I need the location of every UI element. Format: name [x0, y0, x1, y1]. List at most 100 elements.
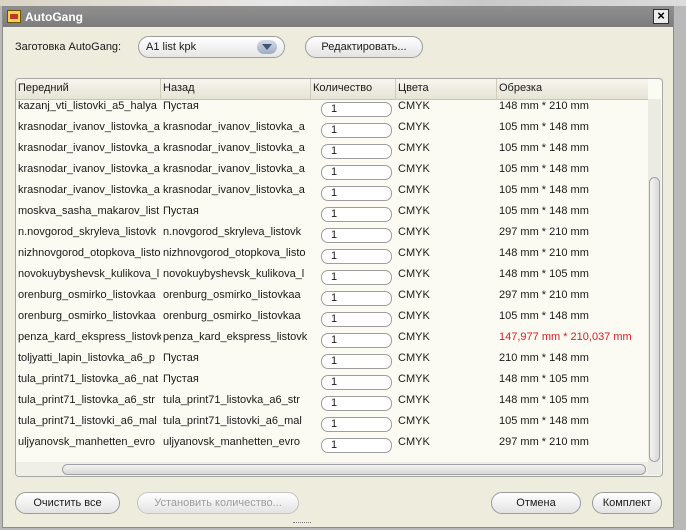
table-row[interactable]: krasnodar_ivanov_listovka_a krasnodar_iva…	[16, 120, 648, 141]
quantity-input[interactable]: 1	[321, 396, 392, 411]
dialog-content: Заготовка AutoGang: A1 list kpk Редактир…	[3, 27, 673, 527]
table-row[interactable]: krasnodar_ivanov_listovka_a krasnodar_iva…	[16, 162, 648, 183]
quantity-input[interactable]: 1	[321, 438, 392, 453]
cell-front: uljyanovsk_manhetten_evro	[18, 436, 155, 448]
preset-select[interactable]: A1 list kpk	[138, 36, 285, 58]
cell-trim: 297 mm * 210 mm	[499, 289, 589, 301]
cell-colors: CMYK	[398, 121, 430, 133]
quantity-input[interactable]: 1	[321, 249, 392, 264]
cell-colors: CMYK	[398, 268, 430, 280]
title-bar[interactable]: AutoGang ×	[3, 7, 673, 27]
cell-trim: 105 mm * 148 mm	[499, 310, 589, 322]
edit-button[interactable]: Редактировать...	[305, 36, 423, 58]
cell-trim: 297 mm * 210 mm	[499, 436, 589, 448]
cell-colors: CMYK	[398, 226, 430, 238]
horizontal-scrollbar[interactable]	[16, 462, 648, 476]
table-row[interactable]: orenburg_osmirko_listovkaa orenburg_osmir…	[16, 309, 648, 330]
cell-trim: 147,977 mm * 210,037 mm	[499, 331, 632, 343]
set-quantity-button[interactable]: Установить количество...	[137, 492, 299, 514]
table-row[interactable]: moskva_sasha_makarov_list Пустая CMYK 105 m…	[16, 204, 648, 225]
clear-all-button[interactable]: Очистить все	[15, 492, 120, 514]
cell-colors: CMYK	[398, 142, 430, 154]
table-row[interactable]: tula_print71_listovka_a6_str tula_print71…	[16, 393, 648, 414]
cell-front: krasnodar_ivanov_listovka_a	[18, 184, 160, 196]
cell-front: penza_kard_ekspress_listovk	[18, 331, 161, 343]
quantity-input[interactable]: 1	[321, 333, 392, 348]
cell-front: toljyatti_lapin_listovka_a6_p	[18, 352, 155, 364]
table-row[interactable]: tula_print71_listovki_a6_mal tula_print71…	[16, 414, 648, 435]
table-row[interactable]: uljyanovsk_manhetten_evro uljyanovsk_manh…	[16, 435, 648, 456]
close-icon: ×	[657, 8, 665, 23]
cell-colors: CMYK	[398, 415, 430, 427]
window-title: AutoGang	[25, 10, 83, 24]
cell-back: Пустая	[163, 352, 199, 364]
quantity-input[interactable]: 1	[321, 207, 392, 222]
horizontal-scroll-thumb[interactable]	[62, 464, 646, 475]
cell-back: krasnodar_ivanov_listovka_a	[163, 184, 305, 196]
preset-selected-value: A1 list kpk	[146, 41, 197, 53]
table-row[interactable]: penza_kard_ekspress_listovk penza_kard_ek…	[16, 330, 648, 351]
cell-trim: 105 mm * 148 mm	[499, 415, 589, 427]
app-icon	[7, 10, 21, 23]
resize-grip[interactable]	[293, 522, 311, 526]
cell-colors: CMYK	[398, 436, 430, 448]
cell-back: tula_print71_listovka_a6_str	[163, 394, 300, 406]
table-row[interactable]: kazanj_vti_listovki_a5_halya Пустая CMYK 14…	[16, 99, 648, 120]
cell-trim: 148 mm * 105 mm	[499, 394, 589, 406]
table-row[interactable]: orenburg_osmirko_listovkaa orenburg_osmir…	[16, 288, 648, 309]
vertical-scrollbar[interactable]	[648, 99, 661, 475]
cell-trim: 210 mm * 148 mm	[499, 352, 589, 364]
table-row[interactable]: krasnodar_ivanov_listovka_a krasnodar_iva…	[16, 183, 648, 204]
quantity-input[interactable]: 1	[321, 270, 392, 285]
quantity-input[interactable]: 1	[321, 312, 392, 327]
table-header: Передний Назад Количество Цвета Обрезка	[16, 79, 648, 100]
column-header-colors[interactable]: Цвета	[396, 79, 497, 99]
cell-back: krasnodar_ivanov_listovka_a	[163, 121, 305, 133]
cell-trim: 105 mm * 148 mm	[499, 184, 589, 196]
quantity-input[interactable]: 1	[321, 417, 392, 432]
cell-colors: CMYK	[398, 331, 430, 343]
quantity-input[interactable]: 1	[321, 144, 392, 159]
quantity-input[interactable]: 1	[321, 102, 392, 117]
cell-back: uljyanovsk_manhetten_evro	[163, 436, 300, 448]
cell-front: orenburg_osmirko_listovkaa	[18, 310, 156, 322]
table-row[interactable]: novokuybyshevsk_kulikova_l novokuybyshevs…	[16, 267, 648, 288]
cancel-button[interactable]: Отмена	[491, 492, 581, 514]
column-header-quantity[interactable]: Количество	[311, 79, 396, 99]
cell-back: tula_print71_listovki_a6_mal	[163, 415, 302, 427]
quantity-input[interactable]: 1	[321, 354, 392, 369]
cell-trim: 297 mm * 210 mm	[499, 226, 589, 238]
cell-front: krasnodar_ivanov_listovka_a	[18, 121, 160, 133]
column-header-front[interactable]: Передний	[16, 79, 161, 99]
quantity-input[interactable]: 1	[321, 186, 392, 201]
quantity-input[interactable]: 1	[321, 375, 392, 390]
table-row[interactable]: n.novgorod_skryleva_listovk n.novgorod_sk…	[16, 225, 648, 246]
cell-colors: CMYK	[398, 289, 430, 301]
quantity-input[interactable]: 1	[321, 123, 392, 138]
quantity-input[interactable]: 1	[321, 291, 392, 306]
column-header-back[interactable]: Назад	[161, 79, 311, 99]
chevron-down-icon[interactable]	[257, 40, 277, 54]
close-button[interactable]: ×	[653, 9, 669, 24]
cell-back: krasnodar_ivanov_listovka_a	[163, 142, 305, 154]
complete-button[interactable]: Комплект	[592, 492, 662, 514]
table-row[interactable]: nizhnovgorod_otopkova_listo nizhnovgorod_…	[16, 246, 648, 267]
cell-colors: CMYK	[398, 247, 430, 259]
jobs-table: Передний Назад Количество Цвета Обрезка …	[15, 78, 663, 477]
cell-front: tula_print71_listovki_a6_mal	[18, 415, 157, 427]
quantity-input[interactable]: 1	[321, 165, 392, 180]
table-row[interactable]: tula_print71_listovka_a6_nat Пустая CMYK 14…	[16, 372, 648, 393]
cell-front: tula_print71_listovka_a6_nat	[18, 373, 159, 385]
table-row[interactable]: krasnodar_ivanov_listovka_a krasnodar_iva…	[16, 141, 648, 162]
cell-colors: CMYK	[398, 100, 430, 112]
column-header-trim[interactable]: Обрезка	[497, 79, 648, 99]
cell-back: krasnodar_ivanov_listovka_a	[163, 163, 305, 175]
vertical-scroll-thumb[interactable]	[649, 177, 660, 462]
cell-back: Пустая	[163, 205, 199, 217]
cell-trim: 148 mm * 105 mm	[499, 268, 589, 280]
cell-back: orenburg_osmirko_listovkaa	[163, 289, 301, 301]
table-row[interactable]: toljyatti_lapin_listovka_a6_p Пустая CMYK 2…	[16, 351, 648, 372]
quantity-input[interactable]: 1	[321, 228, 392, 243]
cell-trim: 105 mm * 148 mm	[499, 205, 589, 217]
cell-back: penza_kard_ekspress_listovk	[163, 331, 308, 343]
